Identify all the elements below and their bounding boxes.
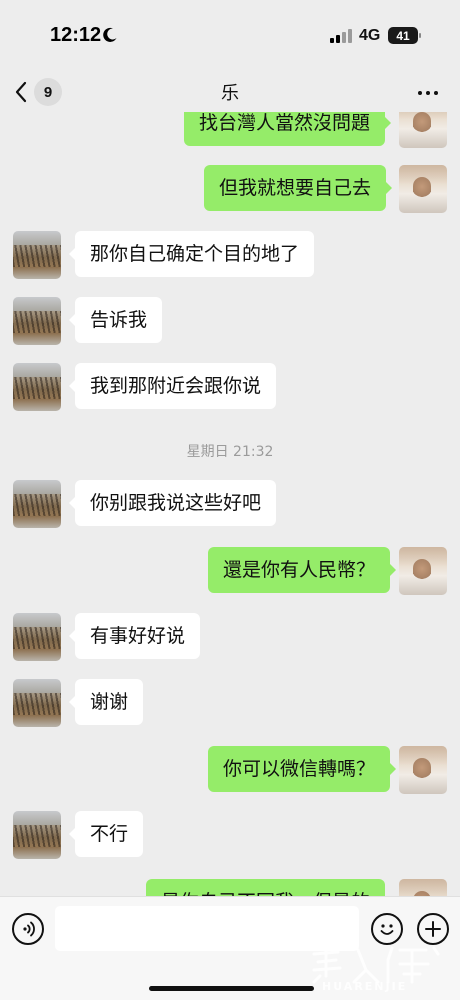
message-bubble[interactable]: 但我就想要自己去 bbox=[204, 165, 393, 211]
moon-icon bbox=[103, 27, 117, 42]
status-time: 12:12 bbox=[50, 24, 102, 46]
contact-avatar[interactable] bbox=[13, 480, 61, 528]
home-indicator[interactable] bbox=[149, 986, 314, 991]
message-bubble[interactable]: 不行 bbox=[68, 811, 144, 857]
emoji-icon bbox=[380, 924, 394, 935]
more-options-button[interactable] bbox=[412, 78, 444, 108]
status-bar: 12:12 4G 41 bbox=[0, 0, 460, 74]
plus-icon bbox=[425, 921, 441, 937]
message-bubble[interactable]: 你别跟我说这些好吧 bbox=[68, 480, 277, 526]
dot-icon bbox=[434, 91, 438, 95]
contact-avatar[interactable] bbox=[13, 811, 61, 859]
contact-avatar[interactable] bbox=[13, 613, 61, 661]
contact-avatar[interactable] bbox=[13, 297, 61, 345]
my-avatar[interactable] bbox=[399, 879, 447, 896]
battery-icon: 41 bbox=[388, 27, 421, 44]
watermark-logo-icon bbox=[312, 944, 440, 984]
chat-header: 9 乐 bbox=[0, 74, 460, 112]
message-bubble[interactable]: 還是你有人民幣？ bbox=[208, 547, 397, 593]
my-avatar[interactable] bbox=[399, 112, 447, 148]
voice-input-button[interactable] bbox=[12, 913, 44, 945]
message-bubble[interactable]: 是你自己不回我，保是的 bbox=[146, 879, 386, 896]
chat-title: 乐 bbox=[221, 83, 239, 104]
message-list[interactable]: 找台灣人當然沒問題 但我就想要自己去 那你自己确定个目的地了 告诉我 我到那附近… bbox=[0, 112, 460, 896]
message-bubble[interactable]: 那你自己确定个目的地了 bbox=[68, 231, 315, 277]
network-label: 4G bbox=[359, 27, 381, 44]
my-avatar[interactable] bbox=[399, 547, 447, 595]
message-bubble[interactable]: 谢谢 bbox=[68, 679, 144, 725]
contact-avatar[interactable] bbox=[13, 231, 61, 279]
my-avatar[interactable] bbox=[399, 165, 447, 213]
contact-avatar[interactable] bbox=[13, 363, 61, 411]
signal-icon bbox=[330, 29, 352, 43]
contact-avatar[interactable] bbox=[13, 679, 61, 727]
timestamp: 星期日 21:32 bbox=[186, 444, 274, 460]
message-bubble[interactable]: 我到那附近会跟你说 bbox=[68, 363, 277, 409]
voice-icon bbox=[23, 921, 35, 937]
message-bubble[interactable]: 你可以微信轉嗎？ bbox=[208, 746, 397, 792]
message-bubble[interactable]: 告诉我 bbox=[68, 297, 163, 343]
watermark-text: HUARENJIE bbox=[322, 980, 408, 993]
my-avatar[interactable] bbox=[399, 746, 447, 794]
watermark-logo: HUARENJIE bbox=[308, 940, 458, 998]
dot-icon bbox=[418, 91, 422, 95]
message-bubble[interactable]: 有事好好说 bbox=[68, 613, 201, 659]
dot-icon bbox=[426, 91, 430, 95]
message-bubble[interactable]: 找台灣人當然沒問題 bbox=[184, 112, 392, 146]
